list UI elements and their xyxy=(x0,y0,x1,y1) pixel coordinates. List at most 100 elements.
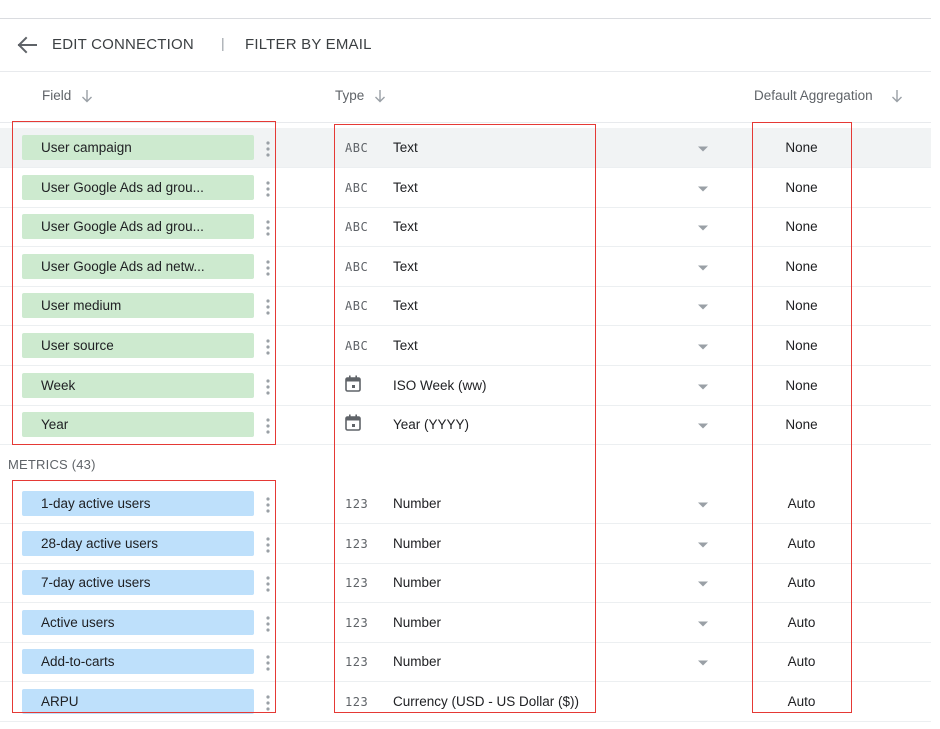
table-row[interactable]: Add-to-carts 123 Number Auto xyxy=(0,642,931,682)
aggregation-value[interactable]: Auto xyxy=(753,615,850,630)
table-row[interactable]: User medium ABC Text None xyxy=(0,286,931,326)
field-chip[interactable]: User Google Ads ad netw... xyxy=(22,254,254,279)
aggregation-value[interactable]: None xyxy=(753,259,850,274)
more-vert-icon[interactable] xyxy=(264,219,272,237)
table-row[interactable]: User Google Ads ad grou... ABC Text None xyxy=(0,168,931,208)
field-chip[interactable]: User source xyxy=(22,333,254,358)
table-row[interactable]: 7-day active users 123 Number Auto xyxy=(0,563,931,603)
table-header: Field Type Default Aggregation xyxy=(0,72,931,122)
more-vert-icon[interactable] xyxy=(264,140,272,158)
table-row[interactable]: ARPU 123 Currency (USD - US Dollar ($)) … xyxy=(0,682,931,722)
aggregation-value[interactable]: None xyxy=(753,378,850,393)
type-select[interactable] xyxy=(392,174,722,202)
aggregation-value[interactable]: None xyxy=(753,417,850,432)
type-select[interactable] xyxy=(392,134,722,162)
field-chip[interactable]: User campaign xyxy=(22,135,254,160)
type-select[interactable] xyxy=(392,253,722,281)
more-vert-icon[interactable] xyxy=(264,180,272,198)
more-vert-icon[interactable] xyxy=(264,417,272,435)
table-row[interactable]: User Google Ads ad grou... ABC Text None xyxy=(0,207,931,247)
type-select[interactable] xyxy=(392,490,722,518)
toolbar-separator: | xyxy=(221,35,225,51)
type-glyph-icon: ABC xyxy=(345,141,369,155)
aggregation-value[interactable]: Auto xyxy=(753,654,850,669)
table-row[interactable]: Week ISO Week (ww) None xyxy=(0,366,931,406)
field-chip[interactable]: Add-to-carts xyxy=(22,649,254,674)
type-select[interactable] xyxy=(392,292,722,320)
metrics-section-label: METRICS (43) xyxy=(8,457,96,472)
more-vert-icon[interactable] xyxy=(264,378,272,396)
type-select[interactable] xyxy=(392,213,722,241)
dropdown-caret-icon[interactable] xyxy=(697,659,709,667)
column-header-aggregation[interactable]: Default Aggregation xyxy=(754,88,903,103)
table-row[interactable]: User campaign ABC Text None xyxy=(0,128,931,168)
field-chip[interactable]: Active users xyxy=(22,610,254,635)
calendar-icon xyxy=(345,375,361,392)
type-glyph-icon: 123 xyxy=(345,655,369,669)
dropdown-caret-icon[interactable] xyxy=(697,580,709,588)
sort-arrow-down-icon[interactable] xyxy=(81,89,93,103)
field-chip[interactable]: User Google Ads ad grou... xyxy=(22,214,254,239)
field-chip[interactable]: User medium xyxy=(22,293,254,318)
more-vert-icon[interactable] xyxy=(264,615,272,633)
type-select[interactable] xyxy=(392,648,722,676)
dropdown-caret-icon[interactable] xyxy=(697,145,709,153)
type-select[interactable] xyxy=(392,332,722,360)
aggregation-value[interactable]: None xyxy=(753,140,850,155)
aggregation-value[interactable]: None xyxy=(753,180,850,195)
column-header-type[interactable]: Type xyxy=(335,88,386,103)
more-vert-icon[interactable] xyxy=(264,338,272,356)
type-glyph-icon: 123 xyxy=(345,537,369,551)
dropdown-caret-icon[interactable] xyxy=(697,383,709,391)
dropdown-caret-icon[interactable] xyxy=(697,501,709,509)
aggregation-value[interactable]: None xyxy=(753,219,850,234)
table-row[interactable]: 1-day active users 123 Number Auto xyxy=(0,484,931,524)
sort-arrow-down-icon[interactable] xyxy=(374,89,386,103)
more-vert-icon[interactable] xyxy=(264,654,272,672)
aggregation-value[interactable]: Auto xyxy=(753,536,850,551)
aggregation-value[interactable]: None xyxy=(753,298,850,313)
more-vert-icon[interactable] xyxy=(264,259,272,277)
type-select[interactable] xyxy=(392,569,722,597)
more-vert-icon[interactable] xyxy=(264,496,272,514)
dropdown-caret-icon[interactable] xyxy=(697,224,709,232)
dropdown-caret-icon[interactable] xyxy=(697,620,709,628)
aggregation-value[interactable]: None xyxy=(753,338,850,353)
more-vert-icon[interactable] xyxy=(264,536,272,554)
table-row[interactable]: 28-day active users 123 Number Auto xyxy=(0,524,931,564)
table-row[interactable]: User source ABC Text None xyxy=(0,326,931,366)
type-select[interactable] xyxy=(392,609,722,637)
column-header-field[interactable]: Field xyxy=(42,88,93,103)
type-value: ISO Week (ww) xyxy=(393,378,487,393)
aggregation-value[interactable]: Auto xyxy=(753,575,850,590)
dropdown-caret-icon[interactable] xyxy=(697,422,709,430)
edit-connection-button[interactable]: EDIT CONNECTION xyxy=(52,36,194,53)
field-chip[interactable]: 28-day active users xyxy=(22,531,254,556)
table-row[interactable]: Year Year (YYYY) None xyxy=(0,405,931,445)
dropdown-caret-icon[interactable] xyxy=(697,303,709,311)
sort-arrow-down-icon[interactable] xyxy=(891,89,903,103)
toolbar: EDIT CONNECTION | FILTER BY EMAIL xyxy=(0,19,931,71)
field-chip[interactable]: 1-day active users xyxy=(22,491,254,516)
dropdown-caret-icon[interactable] xyxy=(697,541,709,549)
dropdown-caret-icon[interactable] xyxy=(697,343,709,351)
dropdown-caret-icon[interactable] xyxy=(697,264,709,272)
type-value: Text xyxy=(393,140,418,155)
more-vert-icon[interactable] xyxy=(264,694,272,712)
more-vert-icon[interactable] xyxy=(264,298,272,316)
arrow-back-icon[interactable] xyxy=(16,35,38,55)
more-vert-icon[interactable] xyxy=(264,575,272,593)
aggregation-value[interactable]: Auto xyxy=(753,496,850,511)
type-select[interactable] xyxy=(392,530,722,558)
dropdown-caret-icon[interactable] xyxy=(697,185,709,193)
field-chip[interactable]: Week xyxy=(22,373,254,398)
aggregation-value[interactable]: Auto xyxy=(753,694,850,709)
table-row[interactable]: Active users 123 Number Auto xyxy=(0,603,931,643)
table-row[interactable]: User Google Ads ad netw... ABC Text None xyxy=(0,247,931,287)
type-value: Number xyxy=(393,615,442,630)
field-chip[interactable]: User Google Ads ad grou... xyxy=(22,175,254,200)
field-chip[interactable]: ARPU xyxy=(22,689,254,714)
field-chip[interactable]: 7-day active users xyxy=(22,570,254,595)
filter-by-email-button[interactable]: FILTER BY EMAIL xyxy=(245,36,372,53)
field-chip[interactable]: Year xyxy=(22,412,254,437)
